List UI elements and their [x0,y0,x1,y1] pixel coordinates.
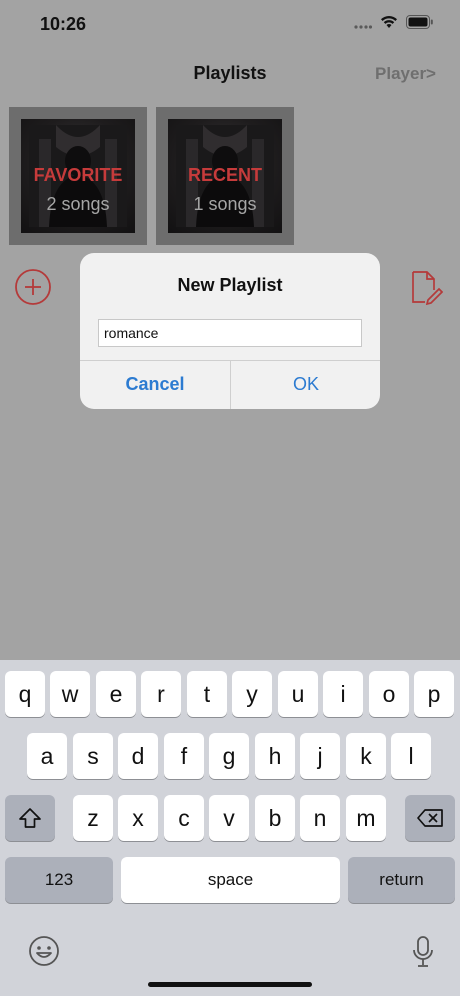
wifi-icon [380,15,398,34]
key-u[interactable]: u [278,671,318,717]
key-b[interactable]: b [255,795,295,841]
space-key[interactable]: space [121,857,340,903]
cancel-button[interactable]: Cancel [80,360,230,409]
key-a[interactable]: a [27,733,67,779]
status-time: 10:26 [40,14,87,34]
add-circle-icon [15,269,51,305]
dictation-button[interactable] [412,935,434,974]
key-s[interactable]: s [73,733,113,779]
add-playlist-button[interactable] [14,268,52,306]
key-f[interactable]: f [164,733,204,779]
key-r[interactable]: r [141,671,181,717]
playlist-tile-recent[interactable]: RECENT 1 songs [156,107,294,245]
key-m[interactable]: m [346,795,386,841]
key-j[interactable]: j [300,733,340,779]
cellular-signal-icon [354,16,373,34]
playlist-count: 1 songs [193,194,257,214]
emoji-icon [29,936,59,966]
edit-playlist-button[interactable] [409,270,444,306]
key-o[interactable]: o [369,671,409,717]
key-x[interactable]: x [118,795,158,841]
key-l[interactable]: l [391,733,431,779]
playlist-name-input[interactable] [98,319,362,347]
status-bar: 10:26 [0,0,460,50]
shift-key[interactable] [5,795,55,841]
home-indicator [148,982,312,987]
key-v[interactable]: v [209,795,249,841]
shift-arrow-icon [19,808,41,828]
key-g[interactable]: g [209,733,249,779]
delete-key[interactable] [405,795,455,841]
keyboard: q w e r t y u i o p a s d f g h j k l z … [0,660,460,996]
key-k[interactable]: k [346,733,386,779]
key-d[interactable]: d [118,733,158,779]
key-n[interactable]: n [300,795,340,841]
microphone-icon [413,936,433,967]
key-q[interactable]: q [5,671,45,717]
status-icons [354,15,434,34]
key-w[interactable]: w [50,671,90,717]
key-p[interactable]: p [414,671,454,717]
backspace-icon [417,809,443,827]
ok-button[interactable]: OK [231,360,380,409]
edit-document-icon [412,271,444,306]
playlist-name: RECENT [187,165,262,185]
key-y[interactable]: y [232,671,272,717]
key-i[interactable]: i [323,671,363,717]
playlist-count: 2 songs [46,194,110,214]
return-key[interactable]: return [348,857,455,903]
new-playlist-dialog: New Playlist Cancel OK [80,253,380,409]
dialog-title: New Playlist [177,275,283,295]
key-h[interactable]: h [255,733,295,779]
navigation-bar: Playlists Player> [0,50,460,98]
key-e[interactable]: e [96,671,136,717]
player-button[interactable]: Player> [375,64,436,84]
numbers-key[interactable]: 123 [5,857,113,903]
key-t[interactable]: t [187,671,227,717]
playlist-name: FAVORITE [33,165,123,185]
battery-icon [406,15,434,34]
key-c[interactable]: c [164,795,204,841]
playlist-tile-favorite[interactable]: FAVORITE 2 songs [9,107,147,245]
key-z[interactable]: z [73,795,113,841]
emoji-button[interactable] [28,935,60,972]
